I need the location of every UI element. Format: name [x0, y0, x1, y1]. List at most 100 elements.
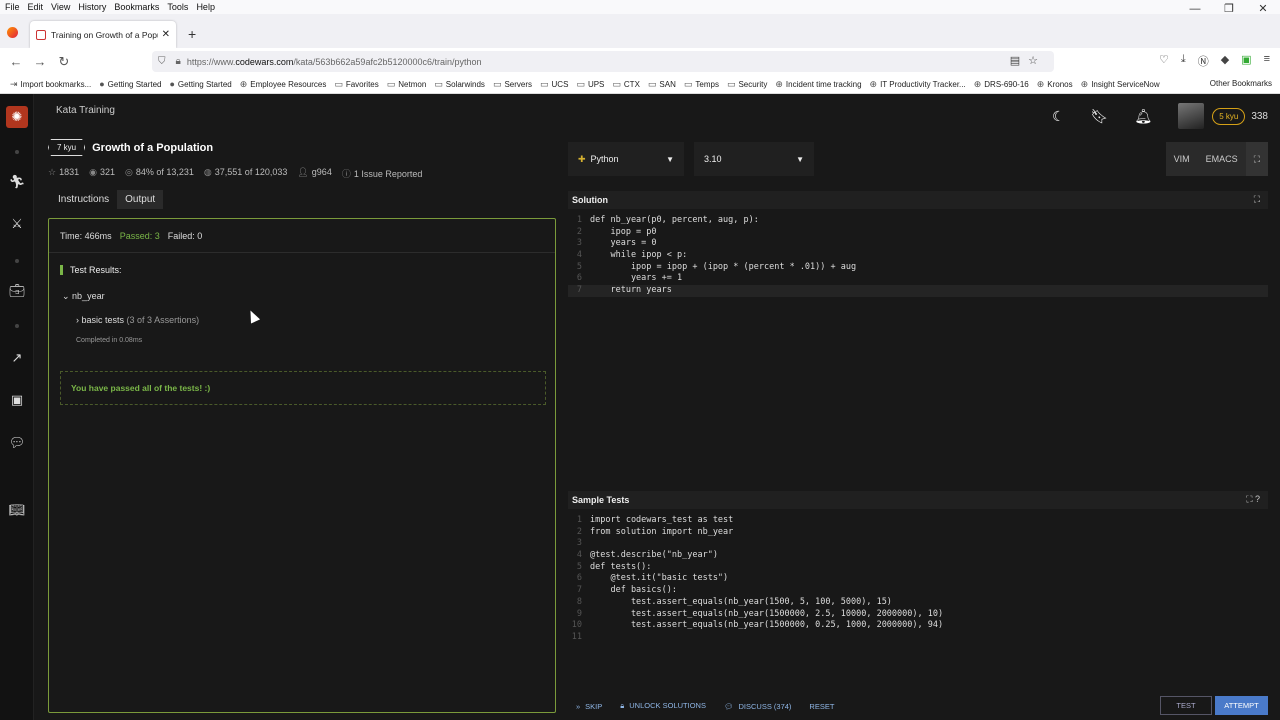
other-bookmarks[interactable]: Other Bookmarks: [1210, 79, 1272, 88]
reader-bookmark-icons[interactable]: ▤☆: [1010, 54, 1046, 67]
code-line[interactable]: 10 test.assert_equals(nb_year(1500000, 0…: [568, 620, 1268, 632]
language-select[interactable]: ✚ Python ▼: [568, 142, 684, 176]
unlock-solutions-button[interactable]: 🔒︎ UNLOCK SOLUTIONS: [620, 701, 706, 711]
new-tab-button[interactable]: +: [188, 26, 196, 42]
codewars-logo-icon[interactable]: ✺: [6, 106, 28, 128]
test-group-nb-year[interactable]: ⌄ nb_year: [62, 291, 105, 302]
bookmark-item[interactable]: ▭ SAN: [648, 79, 676, 90]
menu-tools[interactable]: Tools: [167, 2, 188, 12]
bookmark-item[interactable]: ▭ Temps: [684, 79, 719, 90]
url-bar[interactable]: ⛉ 🔒︎ https://www.codewars.com/kata/563b6…: [152, 51, 1054, 72]
attempt-button[interactable]: ATTEMPT: [1215, 696, 1268, 715]
download-icon[interactable]: ⤓: [1181, 53, 1186, 69]
collections-stat[interactable]: ◉ 321: [89, 167, 115, 180]
code-line[interactable]: 5 def tests():: [568, 562, 1268, 574]
pocket-icon[interactable]: ♡: [1159, 53, 1169, 69]
menu-edit[interactable]: Edit: [28, 2, 44, 12]
menu-help[interactable]: Help: [196, 2, 215, 12]
bookmark-item[interactable]: ▭ Netmon: [387, 79, 427, 90]
bookmark-item[interactable]: ▭ Solarwinds: [434, 79, 485, 90]
bookmark-item[interactable]: ⊕ Incident time tracking: [775, 79, 861, 90]
skip-button[interactable]: » SKIP: [576, 702, 602, 711]
rank-badge[interactable]: 5 kyu: [1212, 107, 1246, 125]
kata-title[interactable]: Growth of a Population: [92, 142, 213, 154]
tab-instructions[interactable]: Instructions: [50, 190, 117, 209]
leaderboard-icon[interactable]: ↗: [0, 350, 34, 366]
code-line[interactable]: 8 test.assert_equals(nb_year(1500, 5, 10…: [568, 597, 1268, 609]
menu-history[interactable]: History: [78, 2, 106, 12]
code-line[interactable]: 3 years = 0: [568, 238, 1268, 250]
author-stat[interactable]: 👤︎ g964: [297, 167, 331, 180]
moon-icon[interactable]: ☾: [1052, 108, 1065, 125]
bookmark-item[interactable]: ▭ CTX: [612, 79, 640, 90]
menu-file[interactable]: File: [5, 2, 20, 12]
vim-button[interactable]: VIM: [1166, 142, 1198, 176]
solution-editor[interactable]: 1 def nb_year(p0, percent, aug, p): 2 ipop…: [568, 215, 1268, 297]
bookmark-item[interactable]: ● Getting Started: [99, 79, 161, 89]
browser-tab[interactable]: Training on Growth of a Popula ✕: [30, 21, 176, 48]
extension-spy-icon[interactable]: ◆: [1221, 53, 1229, 69]
code-line[interactable]: 1 def nb_year(p0, percent, aug, p):: [568, 215, 1268, 227]
bell-icon[interactable]: 🔔︎: [1134, 108, 1152, 125]
bookmark-item[interactable]: ⊕ Employee Resources: [240, 79, 327, 90]
bookmark-item[interactable]: ▭ Servers: [493, 79, 532, 90]
stars-stat[interactable]: ☆ 1831: [48, 167, 79, 180]
bookmark-icon[interactable]: 🔖︎: [1091, 108, 1109, 125]
forward-arrow-icon[interactable]: →: [28, 54, 52, 69]
training-icon[interactable]: 🏃︎: [0, 174, 34, 190]
back-arrow-icon[interactable]: ←: [4, 54, 28, 69]
code-line[interactable]: 6 years += 1: [568, 273, 1268, 285]
app-menu-icon[interactable]: ≡: [1264, 53, 1270, 69]
code-line[interactable]: 1 import codewars_test as test: [568, 515, 1268, 527]
menu-bookmarks[interactable]: Bookmarks: [114, 2, 159, 12]
code-text: ipop = ipop + (ipop * (percent * .01)) +…: [590, 261, 857, 272]
docs-icon[interactable]: 📖︎: [0, 502, 34, 518]
extension-n-icon[interactable]: Ⓝ: [1198, 53, 1209, 69]
code-line[interactable]: 4 @test.describe("nb_year"): [568, 550, 1268, 562]
bookmark-item[interactable]: ▭ UCS: [540, 79, 568, 90]
code-line[interactable]: 9 test.assert_equals(nb_year(1500000, 2.…: [568, 609, 1268, 621]
expand-help-icons[interactable]: ⛶ ?: [1246, 494, 1260, 505]
bookmark-item[interactable]: ⊕ Insight ServiceNow: [1081, 79, 1160, 90]
extension-green-icon[interactable]: ▣: [1241, 53, 1251, 69]
code-line[interactable]: 7 return years: [568, 285, 1268, 297]
emacs-button[interactable]: EMACS: [1198, 142, 1246, 176]
bookmark-item[interactable]: ⊕ DRS-690-16: [974, 79, 1029, 90]
lock-icon[interactable]: 🔒︎: [176, 56, 181, 67]
issues-stat[interactable]: ⓘ 1 Issue Reported: [342, 167, 423, 180]
code-line[interactable]: 5 ipop = ipop + (ipop * (percent * .01))…: [568, 262, 1268, 274]
code-line[interactable]: 7 def basics():: [568, 585, 1268, 597]
bookmark-item[interactable]: ▭ UPS: [576, 79, 604, 90]
line-number: 2: [576, 226, 582, 237]
bookmark-item[interactable]: ⊕ Kronos: [1037, 79, 1073, 90]
expand-icon[interactable]: ⛶: [1254, 194, 1260, 205]
close-tab-icon[interactable]: ✕: [162, 29, 170, 40]
bookmark-item[interactable]: ▭ Favorites: [334, 79, 378, 90]
code-line[interactable]: 4 while ipop < p:: [568, 250, 1268, 262]
avatar[interactable]: [1178, 103, 1205, 129]
version-select[interactable]: 3.10 ▼: [694, 142, 814, 176]
discord-icon[interactable]: ▣: [0, 392, 34, 408]
menu-view[interactable]: View: [51, 2, 70, 12]
code-line[interactable]: 11: [568, 632, 1268, 644]
code-line[interactable]: 3: [568, 538, 1268, 550]
briefcase-icon[interactable]: 💼︎: [0, 283, 34, 299]
chat-icon[interactable]: 💬︎: [0, 435, 34, 451]
reload-icon[interactable]: ↻: [52, 54, 76, 70]
bookmark-item[interactable]: ● Getting Started: [169, 79, 231, 89]
reset-button[interactable]: RESET: [809, 702, 834, 711]
code-line[interactable]: 2 from solution import nb_year: [568, 527, 1268, 539]
tracking-shield-icon[interactable]: ⛉: [158, 56, 166, 67]
tab-output[interactable]: Output: [117, 190, 164, 209]
bookmark-item[interactable]: ⇥ Import bookmarks...: [10, 79, 91, 90]
test-subgroup-basic[interactable]: › basic tests (3 of 3 Assertions): [76, 315, 199, 325]
sample-tests-editor[interactable]: 1 import codewars_test as test 2 from solut…: [568, 515, 1268, 644]
code-line[interactable]: 2 ipop = p0: [568, 227, 1268, 239]
discuss-button[interactable]: 💬︎ DISCUSS (374): [724, 702, 791, 711]
test-button[interactable]: TEST: [1160, 696, 1212, 715]
bookmark-item[interactable]: ▭ Security: [727, 79, 767, 90]
fullscreen-icon[interactable]: ⛶: [1245, 142, 1268, 176]
bookmark-item[interactable]: ⊕ IT Productivity Tracker...: [870, 79, 966, 90]
code-line[interactable]: 6 @test.it("basic tests"): [568, 573, 1268, 585]
practice-icon[interactable]: ⚔: [0, 216, 34, 232]
